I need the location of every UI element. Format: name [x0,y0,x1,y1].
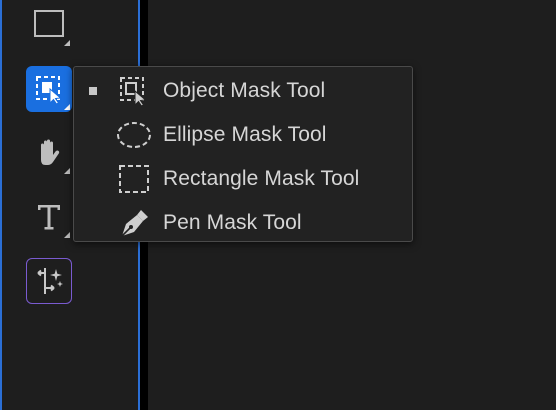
hand-tool-button[interactable] [26,130,72,176]
mask-tools-flyout-menu: Object Mask Tool Ellipse Mask Tool Recta… [73,66,413,242]
menu-item-ellipse-mask-tool[interactable]: Ellipse Mask Tool [74,113,412,157]
object-mask-icon [36,76,62,105]
menu-item-label: Rectangle Mask Tool [163,167,360,190]
object-mask-tool-button[interactable] [26,66,72,112]
menu-item-label: Pen Mask Tool [163,211,302,234]
generative-extend-icon [37,268,63,294]
generative-extend-tool-button[interactable] [26,258,72,304]
menu-item-label: Object Mask Tool [163,79,326,102]
pen-mask-icon [115,206,153,240]
menu-item-label: Ellipse Mask Tool [163,123,327,146]
rectangle-mask-icon [115,162,153,196]
flyout-indicator [64,104,70,110]
type-tool-button[interactable] [26,194,72,240]
flyout-indicator [64,232,70,238]
app-window: Object Mask Tool Ellipse Mask Tool Recta… [0,0,556,410]
menu-item-rectangle-mask-tool[interactable]: Rectangle Mask Tool [74,157,412,201]
selected-indicator [89,87,97,95]
hand-icon [41,139,60,165]
rectangle-outline-icon [34,10,64,37]
menu-item-object-mask-tool[interactable]: Object Mask Tool [74,69,412,113]
object-mask-icon [115,74,153,108]
menu-item-pen-mask-tool[interactable]: Pen Mask Tool [74,201,412,245]
flyout-indicator [64,168,70,174]
ellipse-mask-icon [115,118,153,152]
type-icon [38,205,60,230]
rectangle-tool-button[interactable] [26,2,72,48]
flyout-indicator [64,40,70,46]
